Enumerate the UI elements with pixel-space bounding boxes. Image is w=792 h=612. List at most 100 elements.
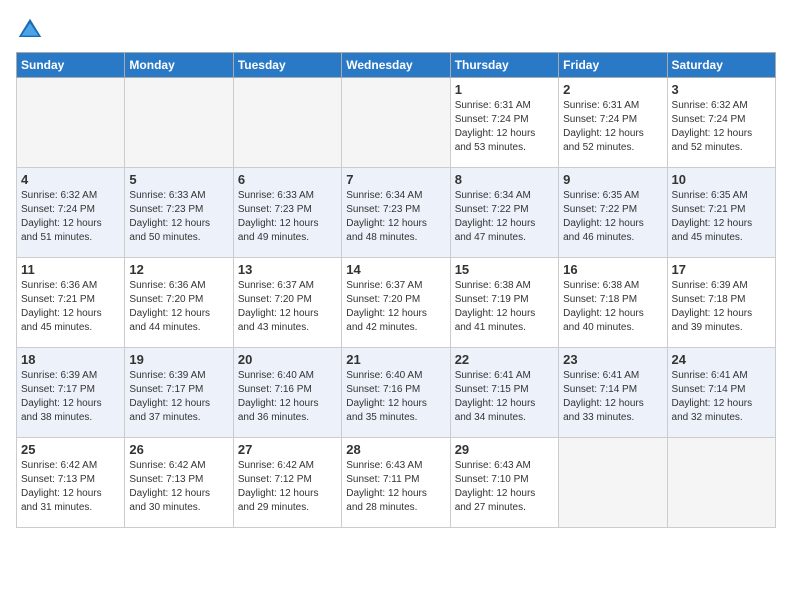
day-number: 27	[238, 442, 337, 457]
day-info: Sunrise: 6:40 AM Sunset: 7:16 PM Dayligh…	[238, 369, 337, 425]
day-cell: 6 Sunrise: 6:33 AM Sunset: 7:23 PM Daylig…	[233, 168, 341, 258]
day-cell: 3 Sunrise: 6:32 AM Sunset: 7:24 PM Daylig…	[667, 78, 775, 168]
day-number: 18	[21, 352, 120, 367]
day-info: Sunrise: 6:35 AM Sunset: 7:21 PM Dayligh…	[672, 189, 771, 245]
day-info: Sunrise: 6:39 AM Sunset: 7:18 PM Dayligh…	[672, 279, 771, 335]
day-info: Sunrise: 6:33 AM Sunset: 7:23 PM Dayligh…	[129, 189, 228, 245]
day-number: 2	[563, 82, 662, 97]
day-number: 23	[563, 352, 662, 367]
day-number: 10	[672, 172, 771, 187]
day-number: 25	[21, 442, 120, 457]
day-info: Sunrise: 6:41 AM Sunset: 7:14 PM Dayligh…	[563, 369, 662, 425]
day-info: Sunrise: 6:32 AM Sunset: 7:24 PM Dayligh…	[672, 99, 771, 155]
day-info: Sunrise: 6:42 AM Sunset: 7:13 PM Dayligh…	[21, 459, 120, 515]
calendar-table: SundayMondayTuesdayWednesdayThursdayFrid…	[16, 52, 776, 528]
day-cell: 2 Sunrise: 6:31 AM Sunset: 7:24 PM Daylig…	[559, 78, 667, 168]
day-cell: 23 Sunrise: 6:41 AM Sunset: 7:14 PM Dayli…	[559, 348, 667, 438]
day-cell: 5 Sunrise: 6:33 AM Sunset: 7:23 PM Daylig…	[125, 168, 233, 258]
day-number: 9	[563, 172, 662, 187]
day-cell: 28 Sunrise: 6:43 AM Sunset: 7:11 PM Dayli…	[342, 438, 450, 528]
day-number: 24	[672, 352, 771, 367]
day-cell: 4 Sunrise: 6:32 AM Sunset: 7:24 PM Daylig…	[17, 168, 125, 258]
day-number: 22	[455, 352, 554, 367]
header-cell-thursday: Thursday	[450, 53, 558, 78]
header-cell-sunday: Sunday	[17, 53, 125, 78]
day-info: Sunrise: 6:43 AM Sunset: 7:10 PM Dayligh…	[455, 459, 554, 515]
day-cell	[559, 438, 667, 528]
day-cell: 14 Sunrise: 6:37 AM Sunset: 7:20 PM Dayli…	[342, 258, 450, 348]
day-info: Sunrise: 6:41 AM Sunset: 7:15 PM Dayligh…	[455, 369, 554, 425]
day-number: 6	[238, 172, 337, 187]
day-cell: 12Sunrise: 6:36 AM Sunset: 7:20 PM Dayli…	[125, 258, 233, 348]
week-row-5: 25 Sunrise: 6:42 AM Sunset: 7:13 PM Dayli…	[17, 438, 776, 528]
day-number: 12	[129, 262, 228, 277]
day-number: 17	[672, 262, 771, 277]
day-number: 19	[129, 352, 228, 367]
day-number: 1	[455, 82, 554, 97]
day-number: 16	[563, 262, 662, 277]
day-info: Sunrise: 6:42 AM Sunset: 7:13 PM Dayligh…	[129, 459, 228, 515]
day-info: Sunrise: 6:39 AM Sunset: 7:17 PM Dayligh…	[21, 369, 120, 425]
header-cell-tuesday: Tuesday	[233, 53, 341, 78]
day-cell	[667, 438, 775, 528]
day-info: Sunrise: 6:41 AM Sunset: 7:14 PM Dayligh…	[672, 369, 771, 425]
logo	[16, 16, 48, 44]
day-cell: 26 Sunrise: 6:42 AM Sunset: 7:13 PM Dayli…	[125, 438, 233, 528]
day-cell: 19 Sunrise: 6:39 AM Sunset: 7:17 PM Dayli…	[125, 348, 233, 438]
day-cell: 22 Sunrise: 6:41 AM Sunset: 7:15 PM Dayli…	[450, 348, 558, 438]
header-cell-monday: Monday	[125, 53, 233, 78]
day-info: Sunrise: 6:39 AM Sunset: 7:17 PM Dayligh…	[129, 369, 228, 425]
day-info: Sunrise: 6:37 AM Sunset: 7:20 PM Dayligh…	[346, 279, 445, 335]
day-number: 7	[346, 172, 445, 187]
day-info: Sunrise: 6:34 AM Sunset: 7:23 PM Dayligh…	[346, 189, 445, 245]
day-number: 15	[455, 262, 554, 277]
day-cell: 24 Sunrise: 6:41 AM Sunset: 7:14 PM Dayli…	[667, 348, 775, 438]
day-cell	[233, 78, 341, 168]
day-info: Sunrise: 6:31 AM Sunset: 7:24 PM Dayligh…	[455, 99, 554, 155]
day-info: Sunrise: 6:33 AM Sunset: 7:23 PM Dayligh…	[238, 189, 337, 245]
day-number: 8	[455, 172, 554, 187]
day-number: 14	[346, 262, 445, 277]
day-number: 11	[21, 262, 120, 277]
calendar-header: SundayMondayTuesdayWednesdayThursdayFrid…	[17, 53, 776, 78]
header-cell-saturday: Saturday	[667, 53, 775, 78]
day-cell: 29 Sunrise: 6:43 AM Sunset: 7:10 PM Dayli…	[450, 438, 558, 528]
week-row-1: 1 Sunrise: 6:31 AM Sunset: 7:24 PM Daylig…	[17, 78, 776, 168]
day-cell: 11Sunrise: 6:36 AM Sunset: 7:21 PM Dayli…	[17, 258, 125, 348]
day-number: 20	[238, 352, 337, 367]
day-number: 4	[21, 172, 120, 187]
day-info: Sunrise: 6:32 AM Sunset: 7:24 PM Dayligh…	[21, 189, 120, 245]
day-cell	[342, 78, 450, 168]
day-cell: 21Sunrise: 6:40 AM Sunset: 7:16 PM Dayli…	[342, 348, 450, 438]
day-info: Sunrise: 6:38 AM Sunset: 7:19 PM Dayligh…	[455, 279, 554, 335]
day-number: 26	[129, 442, 228, 457]
calendar-body: 1 Sunrise: 6:31 AM Sunset: 7:24 PM Daylig…	[17, 78, 776, 528]
day-cell: 25 Sunrise: 6:42 AM Sunset: 7:13 PM Dayli…	[17, 438, 125, 528]
day-number: 3	[672, 82, 771, 97]
day-number: 13	[238, 262, 337, 277]
logo-icon	[16, 16, 44, 44]
week-row-4: 18 Sunrise: 6:39 AM Sunset: 7:17 PM Dayli…	[17, 348, 776, 438]
day-info: Sunrise: 6:43 AM Sunset: 7:11 PM Dayligh…	[346, 459, 445, 515]
day-info: Sunrise: 6:37 AM Sunset: 7:20 PM Dayligh…	[238, 279, 337, 335]
day-cell: 18 Sunrise: 6:39 AM Sunset: 7:17 PM Dayli…	[17, 348, 125, 438]
day-cell: 7 Sunrise: 6:34 AM Sunset: 7:23 PM Daylig…	[342, 168, 450, 258]
day-cell: 17 Sunrise: 6:39 AM Sunset: 7:18 PM Dayli…	[667, 258, 775, 348]
day-cell: 13 Sunrise: 6:37 AM Sunset: 7:20 PM Dayli…	[233, 258, 341, 348]
day-cell: 15 Sunrise: 6:38 AM Sunset: 7:19 PM Dayli…	[450, 258, 558, 348]
day-cell: 8 Sunrise: 6:34 AM Sunset: 7:22 PM Daylig…	[450, 168, 558, 258]
day-cell: 20 Sunrise: 6:40 AM Sunset: 7:16 PM Dayli…	[233, 348, 341, 438]
day-number: 29	[455, 442, 554, 457]
day-info: Sunrise: 6:35 AM Sunset: 7:22 PM Dayligh…	[563, 189, 662, 245]
day-cell: 1 Sunrise: 6:31 AM Sunset: 7:24 PM Daylig…	[450, 78, 558, 168]
day-info: Sunrise: 6:38 AM Sunset: 7:18 PM Dayligh…	[563, 279, 662, 335]
day-number: 5	[129, 172, 228, 187]
day-info: Sunrise: 6:31 AM Sunset: 7:24 PM Dayligh…	[563, 99, 662, 155]
day-info: Sunrise: 6:42 AM Sunset: 7:12 PM Dayligh…	[238, 459, 337, 515]
header-row: SundayMondayTuesdayWednesdayThursdayFrid…	[17, 53, 776, 78]
header-cell-friday: Friday	[559, 53, 667, 78]
day-number: 28	[346, 442, 445, 457]
day-info: Sunrise: 6:34 AM Sunset: 7:22 PM Dayligh…	[455, 189, 554, 245]
day-cell: 27 Sunrise: 6:42 AM Sunset: 7:12 PM Dayli…	[233, 438, 341, 528]
week-row-3: 11Sunrise: 6:36 AM Sunset: 7:21 PM Dayli…	[17, 258, 776, 348]
